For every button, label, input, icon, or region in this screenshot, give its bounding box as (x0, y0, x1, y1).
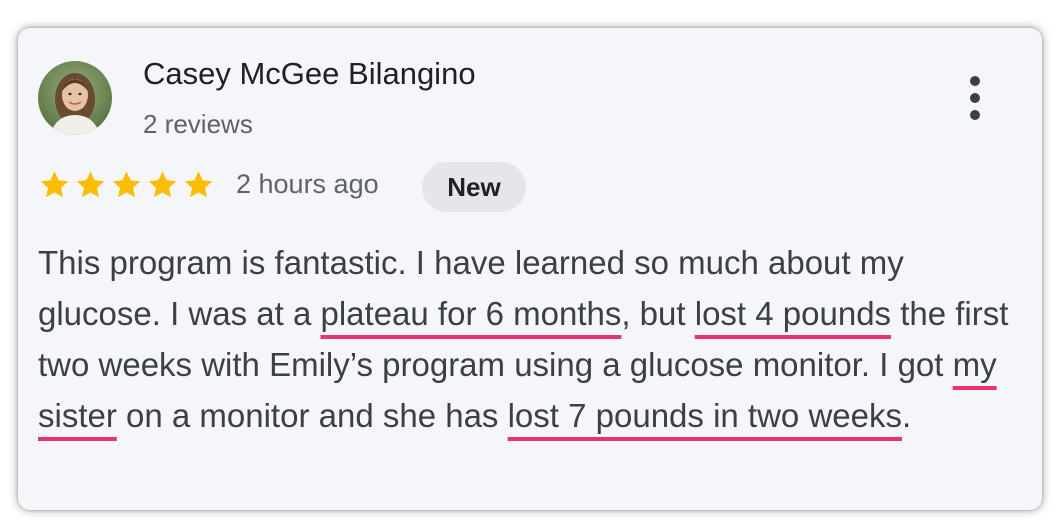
reviewer-avatar[interactable] (38, 61, 112, 135)
star-icon (38, 169, 71, 201)
new-badge: New (422, 162, 526, 212)
reviewer-name[interactable]: Casey McGee Bilangino (143, 56, 476, 92)
star-icon (182, 169, 215, 201)
review-text-segment: on a monitor and she has (116, 397, 508, 434)
star-icon (146, 169, 179, 201)
reviewer-review-count[interactable]: 2 reviews (143, 109, 253, 140)
highlighted-phrase: lost 7 pounds in two weeks (507, 397, 902, 434)
more-vertical-icon (970, 76, 980, 120)
star-icon (74, 169, 107, 201)
highlighted-phrase: lost 4 pounds (694, 295, 892, 332)
review-timestamp: 2 hours ago (236, 169, 379, 199)
person-avatar-icon (38, 61, 112, 135)
star-rating (38, 169, 215, 201)
review-card: Casey McGee Bilangino 2 reviews 2 hours … (18, 28, 1042, 510)
review-text: This program is fantastic. I have learne… (38, 237, 1028, 441)
star-icon (110, 169, 143, 201)
highlighted-phrase: plateau for 6 months (320, 295, 622, 332)
review-text-segment: . (901, 397, 912, 434)
more-options-button[interactable] (960, 73, 990, 123)
review-text-segment: , but (621, 295, 695, 332)
